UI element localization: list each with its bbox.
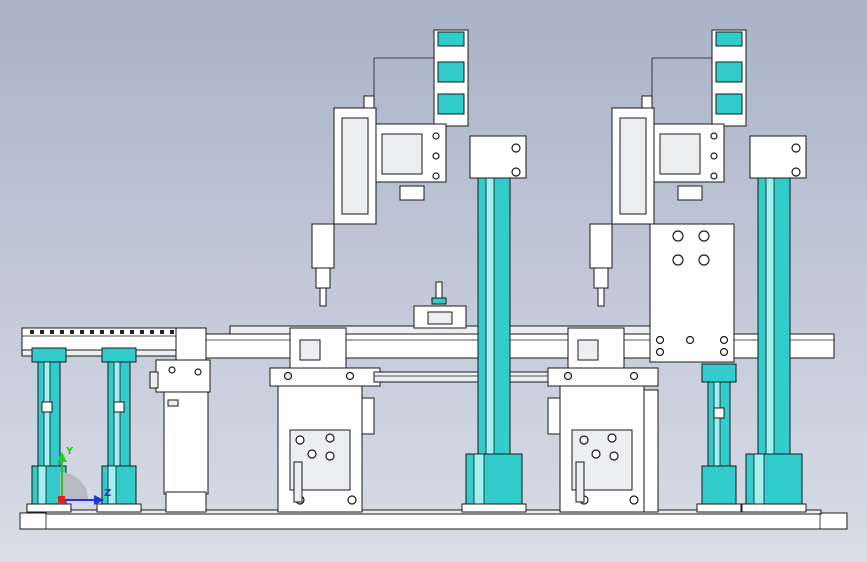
rail-hole — [80, 330, 84, 334]
rail-hole — [160, 330, 164, 334]
rail-hole — [120, 330, 124, 334]
rail-hole — [90, 330, 94, 334]
rail-hole — [110, 330, 114, 334]
x-axis-origin — [58, 496, 65, 503]
valve-manifold-block — [649, 223, 735, 363]
rail-hole — [130, 330, 134, 334]
rail-hole — [50, 330, 54, 334]
triad-quadrant — [60, 472, 88, 500]
rail-hole — [140, 330, 144, 334]
rail-hole — [170, 330, 174, 334]
cad-viewport[interactable]: Y Z — [0, 0, 867, 562]
center-clamp-fixture — [413, 281, 467, 329]
rail-hole — [70, 330, 74, 334]
rail-hole — [30, 330, 34, 334]
base-plate — [19, 509, 848, 530]
machine-assembly-drawing[interactable]: Y Z — [0, 0, 867, 562]
y-axis-label: Y — [65, 446, 74, 457]
right-support-column — [696, 363, 742, 513]
rail-hole — [40, 330, 44, 334]
rail-hole — [150, 330, 154, 334]
rail-hole — [60, 330, 64, 334]
rail-hole — [100, 330, 104, 334]
z-axis-label: Z — [104, 488, 111, 499]
